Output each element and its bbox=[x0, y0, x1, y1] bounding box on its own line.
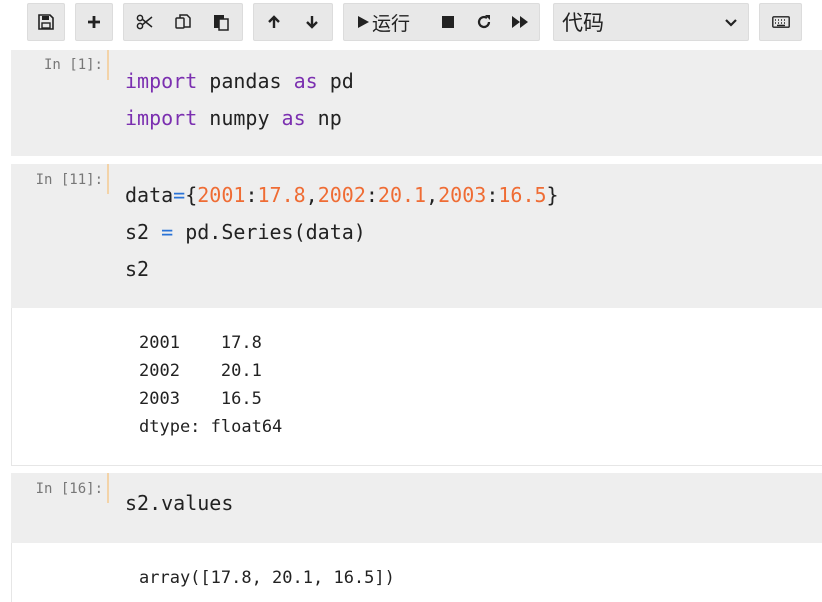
code-cell[interactable]: In [1]: import pandas as pd import numpy … bbox=[11, 50, 822, 156]
save-button[interactable] bbox=[27, 3, 65, 41]
code-token: : bbox=[245, 183, 258, 207]
code-token: 2001 bbox=[197, 183, 246, 207]
fast-forward-icon bbox=[511, 15, 529, 29]
output-line: 2002 20.1 bbox=[139, 361, 262, 381]
code-cell[interactable]: In [11]: data={2001:17.8,2002:20.1,2003:… bbox=[11, 164, 822, 466]
cut-button[interactable] bbox=[126, 4, 164, 40]
arrow-up-icon bbox=[266, 14, 282, 30]
restart-run-all-button[interactable] bbox=[502, 4, 538, 40]
code-line: import numpy as np bbox=[125, 100, 354, 137]
play-icon bbox=[356, 15, 370, 29]
code-token: 20.1 bbox=[377, 183, 427, 207]
code-token: as bbox=[293, 69, 318, 93]
code-token: pd.Series(data) bbox=[173, 220, 366, 244]
code-editor[interactable]: data={2001:17.8,2002:20.1,2003:16.5} s2 =… bbox=[125, 177, 559, 288]
paste-button[interactable] bbox=[202, 4, 240, 40]
code-line: data={2001:17.8,2002:20.1,2003:16.5} bbox=[125, 177, 559, 214]
code-token: : bbox=[486, 183, 499, 207]
output-text: 2001 17.8 2002 20.1 2003 16.5 dtype: float6… bbox=[139, 329, 282, 441]
code-token: , bbox=[426, 183, 439, 207]
move-down-button[interactable] bbox=[293, 4, 331, 40]
output-line: 2001 17.8 bbox=[139, 333, 262, 353]
interrupt-button[interactable] bbox=[430, 4, 466, 40]
command-palette-button[interactable] bbox=[759, 3, 802, 41]
code-token: s2 bbox=[125, 257, 150, 281]
cell-input-area[interactable]: In [1]: import pandas as pd import numpy … bbox=[11, 50, 822, 156]
copy-icon bbox=[174, 13, 192, 31]
run-label: 运行 bbox=[372, 12, 411, 35]
cell-output-area: 2001 17.8 2002 20.1 2003 16.5 dtype: float6… bbox=[11, 308, 822, 466]
arrow-down-icon bbox=[304, 14, 320, 30]
code-cell-selected[interactable]: In [16]: s2.values array([17.8, 20.1, 16… bbox=[11, 473, 822, 602]
code-line: s2 bbox=[125, 251, 559, 288]
prompt-divider bbox=[107, 473, 109, 503]
code-token: , bbox=[305, 183, 318, 207]
code-token: import bbox=[125, 69, 198, 93]
code-token: import bbox=[125, 106, 198, 130]
code-token: as bbox=[281, 106, 306, 130]
run-button[interactable]: 运行 bbox=[344, 4, 430, 40]
code-line: s2.values bbox=[125, 485, 233, 522]
edit-button-group bbox=[123, 3, 243, 41]
chevron-down-icon bbox=[724, 13, 738, 32]
code-token: np bbox=[305, 106, 342, 130]
code-editor[interactable]: s2.values bbox=[125, 485, 233, 522]
cell-input-area[interactable]: In [16]: s2.values bbox=[11, 473, 822, 543]
code-token: s2.values bbox=[125, 491, 234, 515]
code-token: data bbox=[125, 183, 174, 207]
input-prompt: In [1]: bbox=[43, 57, 103, 73]
cell-type-value: 代码 bbox=[562, 11, 604, 35]
insert-cell-button[interactable] bbox=[75, 3, 113, 41]
refresh-icon bbox=[476, 14, 492, 30]
output-line: dtype: float64 bbox=[139, 417, 283, 437]
input-prompt: In [16]: bbox=[35, 481, 103, 497]
code-token: 17.8 bbox=[257, 183, 306, 207]
code-token: 16.5 bbox=[498, 183, 547, 207]
code-line: s2 = pd.Series(data) bbox=[125, 214, 559, 251]
save-icon bbox=[38, 14, 54, 30]
cell-output-area: array([17.8, 20.1, 16.5]) bbox=[11, 543, 822, 602]
code-token: 2002 bbox=[317, 183, 366, 207]
code-token: } bbox=[546, 183, 559, 207]
restart-button[interactable] bbox=[466, 4, 502, 40]
prompt-divider bbox=[107, 164, 109, 194]
output-line: 2003 16.5 bbox=[139, 389, 262, 409]
copy-button[interactable] bbox=[164, 4, 202, 40]
code-token: pandas bbox=[197, 69, 294, 93]
paste-icon bbox=[212, 13, 230, 31]
code-token: 2003 bbox=[438, 183, 487, 207]
code-token: numpy bbox=[197, 106, 282, 130]
code-token: = bbox=[161, 220, 174, 244]
run-button-group: 运行 bbox=[343, 3, 540, 41]
stop-icon bbox=[441, 15, 455, 29]
code-token: : bbox=[365, 183, 378, 207]
move-button-group bbox=[253, 3, 333, 41]
code-line: import pandas as pd bbox=[125, 63, 354, 100]
scissors-icon bbox=[136, 14, 154, 30]
keyboard-icon bbox=[771, 16, 790, 28]
code-token: pd bbox=[317, 69, 354, 93]
prompt-divider bbox=[107, 50, 109, 80]
output-text: array([17.8, 20.1, 16.5]) bbox=[139, 564, 395, 592]
notebook-toolbar: 运行 代码 bbox=[0, 0, 822, 46]
code-editor[interactable]: import pandas as pd import numpy as np bbox=[125, 63, 354, 137]
code-token: s2 bbox=[125, 220, 162, 244]
plus-icon bbox=[86, 14, 102, 30]
move-up-button[interactable] bbox=[255, 4, 293, 40]
cell-type-select[interactable]: 代码 bbox=[553, 3, 749, 41]
code-token: { bbox=[185, 183, 198, 207]
cell-input-area[interactable]: In [11]: data={2001:17.8,2002:20.1,2003:… bbox=[11, 164, 822, 308]
output-line: array([17.8, 20.1, 16.5]) bbox=[139, 568, 395, 588]
code-token: = bbox=[173, 183, 186, 207]
input-prompt: In [11]: bbox=[35, 172, 103, 188]
